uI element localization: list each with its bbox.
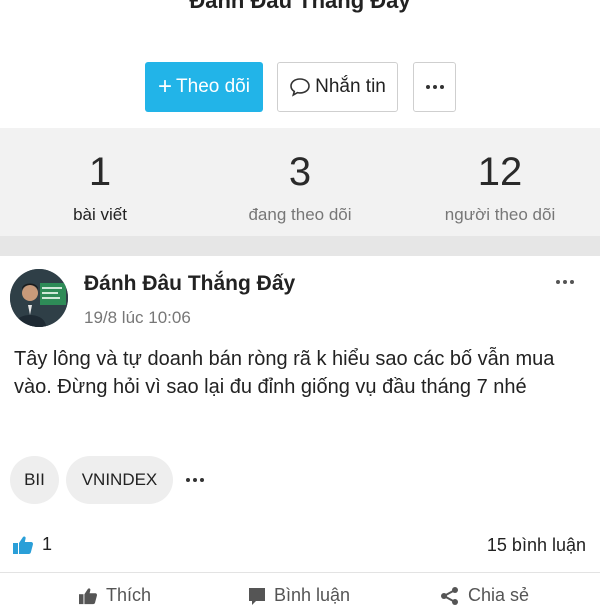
- like-count: 1: [42, 534, 53, 554]
- post-author[interactable]: Đánh Đâu Thắng Đấy: [84, 272, 295, 296]
- stat-following[interactable]: 3 đang theo dõi: [200, 128, 400, 225]
- like-button[interactable]: Thích: [78, 585, 151, 606]
- more-options-button[interactable]: [413, 62, 456, 112]
- thumbs-up-icon: [79, 587, 98, 604]
- comment-button[interactable]: Bình luận: [248, 585, 350, 606]
- section-divider: [0, 236, 600, 256]
- follow-button-label: Theo dõi: [176, 76, 250, 97]
- comment-button-label: Bình luận: [274, 585, 351, 605]
- tag-chip[interactable]: BII: [10, 456, 59, 504]
- post-options-button[interactable]: [556, 280, 574, 284]
- like-button-label: Thích: [106, 585, 152, 605]
- stat-value: 1: [88, 150, 112, 194]
- share-button-label: Chia sẻ: [468, 585, 530, 605]
- message-button[interactable]: Nhắn tin: [277, 62, 398, 112]
- share-button[interactable]: Chia sẻ: [440, 585, 529, 606]
- tag-chip[interactable]: VNINDEX: [66, 456, 173, 504]
- post-timestamp: 19/8 lúc 10:06: [84, 308, 191, 327]
- comment-icon: [249, 587, 265, 605]
- profile-stats: 1 bài viết 3 đang theo dõi 12 người theo…: [0, 128, 600, 236]
- actions-divider: [0, 572, 600, 573]
- stat-followers[interactable]: 12 người theo dõi: [400, 128, 600, 225]
- stat-value: 3: [288, 150, 312, 194]
- stat-label: đang theo dõi: [248, 205, 352, 224]
- comment-count[interactable]: 15 bình luận: [487, 535, 586, 556]
- message-button-label: Nhắn tin: [315, 76, 386, 97]
- share-icon: [441, 586, 458, 605]
- thumbs-up-icon: [13, 536, 34, 554]
- avatar[interactable]: [10, 269, 68, 327]
- stat-posts[interactable]: 1 bài viết: [0, 128, 200, 225]
- more-dots-icon: [186, 478, 204, 482]
- stat-label: người theo dõi: [444, 205, 556, 224]
- profile-name: Đánh Đâu Thắng Đấy: [189, 0, 411, 13]
- plus-icon: +: [158, 73, 173, 100]
- chat-bubble-icon: [290, 78, 310, 97]
- stat-label: bài viết: [73, 205, 127, 224]
- post-content: Tây lông và tự doanh bán ròng rã k hiểu …: [14, 348, 555, 398]
- tags-more-button[interactable]: [186, 478, 204, 482]
- avatar-image: [10, 269, 68, 327]
- stat-value: 12: [477, 150, 523, 194]
- more-dots-icon: [556, 280, 574, 284]
- follow-button[interactable]: + Theo dõi: [145, 62, 263, 112]
- more-dots-icon: [425, 85, 444, 89]
- like-summary[interactable]: 1: [12, 534, 52, 555]
